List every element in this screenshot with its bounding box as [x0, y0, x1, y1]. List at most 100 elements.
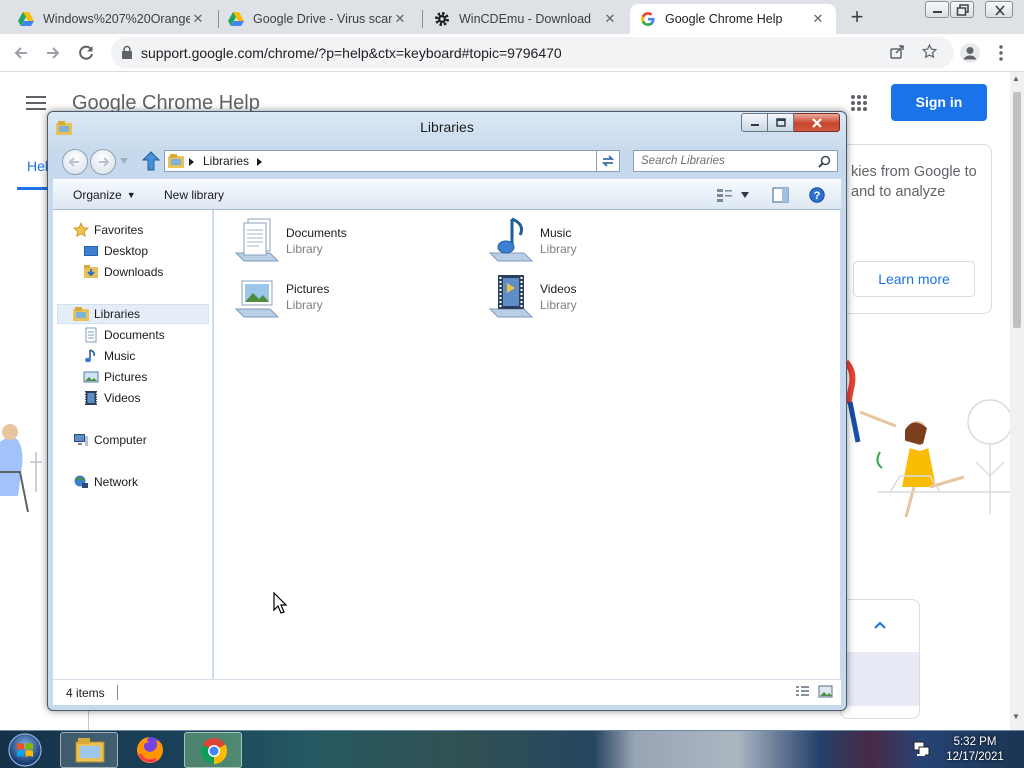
view-options-dropdown-icon[interactable] — [741, 192, 749, 198]
preview-pane-icon[interactable] — [772, 187, 789, 203]
explorer-status-bar: 4 items — [53, 679, 841, 705]
folder-icon — [75, 738, 105, 763]
forward-arrow-icon — [99, 157, 110, 167]
browser-restore-button[interactable] — [950, 1, 974, 18]
tree-item-favorites[interactable]: Favorites — [73, 220, 143, 240]
feedback-card — [840, 599, 920, 719]
documents-library-icon — [85, 327, 97, 343]
library-item-pictures[interactable]: Pictures Library — [232, 273, 462, 323]
search-libraries-input[interactable]: Search Libraries — [633, 150, 838, 172]
tree-item-libraries[interactable]: Libraries — [57, 304, 209, 324]
tab-windows-orange[interactable]: Windows%207%20Orange ✕ — [8, 4, 216, 34]
chevron-down-icon: ▼ — [126, 190, 136, 200]
tree-item-computer[interactable]: Computer — [73, 430, 147, 450]
library-type: Library — [540, 242, 577, 256]
tab-wincdemu[interactable]: WinCDEmu - Download ✕ — [424, 4, 628, 34]
explorer-title-bar[interactable]: Libraries — [48, 112, 846, 142]
clock-time: 5:32 PM — [953, 736, 997, 748]
tree-item-pictures[interactable]: Pictures — [83, 367, 147, 387]
minimize-icon — [750, 123, 759, 126]
library-item-music[interactable]: Music Library — [486, 217, 716, 267]
taskbar-clock[interactable]: 5:32 PM 12/17/2021 — [940, 735, 1010, 765]
lock-icon[interactable] — [121, 45, 133, 59]
back-arrow-icon[interactable] — [10, 42, 32, 64]
page-scrollbar[interactable]: ▲ ▼ — [1010, 72, 1024, 730]
close-tab-icon[interactable]: ✕ — [602, 11, 618, 27]
tree-item-network[interactable]: Network — [73, 472, 138, 492]
breadcrumb-arrow-icon[interactable] — [257, 158, 262, 166]
recent-pages-dropdown-icon[interactable] — [120, 158, 128, 164]
gear-icon — [435, 12, 449, 26]
network-tray-icon[interactable] — [913, 741, 931, 757]
refresh-button[interactable] — [596, 150, 620, 172]
status-separator — [117, 685, 118, 700]
profile-avatar-icon[interactable] — [959, 42, 981, 64]
scroll-up-arrow-icon[interactable]: ▲ — [1012, 74, 1020, 83]
music-library-icon — [85, 349, 95, 363]
tree-item-videos[interactable]: Videos — [83, 388, 140, 408]
scrollbar-thumb[interactable] — [1013, 92, 1021, 328]
firefox-icon[interactable] — [134, 734, 166, 766]
videos-library-icon — [85, 391, 97, 405]
tree-item-music[interactable]: Music — [83, 346, 135, 366]
explorer-maximize-button[interactable] — [768, 113, 794, 132]
new-library-button[interactable]: New library — [164, 188, 224, 202]
share-icon[interactable] — [889, 44, 905, 60]
search-icon[interactable] — [818, 155, 831, 168]
address-bar[interactable]: support.google.com/chrome/?p=help&ctx=ke… — [111, 37, 954, 68]
browser-menu-icon[interactable] — [996, 44, 1006, 62]
computer-icon — [74, 434, 88, 446]
back-arrow-icon — [68, 157, 79, 167]
downloads-folder-icon — [84, 265, 98, 278]
chevron-up-icon[interactable] — [874, 621, 886, 629]
library-type: Library — [286, 298, 323, 312]
bookmark-star-icon[interactable] — [921, 43, 938, 60]
tree-item-label: Desktop — [104, 244, 149, 258]
large-icons-view-icon[interactable] — [818, 685, 833, 698]
learn-more-button[interactable]: Learn more — [853, 261, 975, 297]
explorer-close-button[interactable] — [794, 113, 840, 132]
tree-item-label: Favorites — [94, 223, 144, 237]
library-name: Videos — [540, 282, 577, 296]
close-tab-icon[interactable]: ✕ — [392, 11, 408, 27]
tab-separator — [422, 10, 423, 28]
card-band — [841, 652, 919, 706]
breadcrumb-arrow-icon[interactable] — [189, 158, 194, 166]
help-icon[interactable]: ? — [809, 187, 825, 203]
tree-item-documents[interactable]: Documents — [83, 325, 165, 345]
close-tab-icon[interactable]: ✕ — [810, 11, 826, 27]
browser-close-button[interactable] — [985, 1, 1013, 18]
scroll-down-arrow-icon[interactable]: ▼ — [1012, 712, 1020, 721]
organize-menu[interactable]: Organize ▼ — [73, 188, 136, 202]
url-text[interactable]: support.google.com/chrome/?p=help&ctx=ke… — [141, 45, 562, 61]
taskbar-explorer-button[interactable] — [60, 732, 118, 768]
taskbar-chrome-button[interactable] — [184, 732, 242, 768]
back-button[interactable] — [62, 149, 88, 175]
library-item-videos[interactable]: Videos Library — [486, 273, 716, 323]
details-view-icon[interactable] — [795, 685, 810, 698]
pictures-library-icon — [234, 280, 280, 318]
up-arrow-icon[interactable] — [142, 151, 160, 171]
tab-title: Google Drive - Virus scan w — [253, 12, 392, 26]
change-view-icon[interactable] — [716, 187, 734, 203]
tab-google-drive[interactable]: Google Drive - Virus scan w ✕ — [218, 4, 418, 34]
start-button-icon[interactable] — [6, 732, 44, 768]
apps-grid-icon[interactable] — [851, 95, 867, 111]
explorer-minimize-button[interactable] — [741, 113, 768, 132]
sign-in-button[interactable]: Sign in — [891, 84, 987, 121]
library-item-documents[interactable]: Documents Library — [232, 217, 462, 267]
browser-minimize-button[interactable] — [925, 1, 949, 18]
tab-title: Google Chrome Help — [665, 12, 783, 26]
tab-title: Windows%207%20Orange — [43, 12, 190, 26]
forward-button[interactable] — [90, 149, 116, 175]
hamburger-menu-icon[interactable] — [26, 96, 46, 110]
new-tab-button[interactable]: + — [845, 6, 869, 30]
tree-item-desktop[interactable]: Desktop — [83, 241, 148, 261]
forward-arrow-icon[interactable] — [42, 42, 64, 64]
tab-google-chrome-help[interactable]: Google Chrome Help ✕ — [630, 4, 836, 34]
reload-icon[interactable] — [75, 42, 97, 64]
explorer-address-bar[interactable]: Libraries — [164, 150, 619, 172]
tree-item-downloads[interactable]: Downloads — [83, 262, 163, 282]
close-tab-icon[interactable]: ✕ — [190, 11, 206, 27]
breadcrumb-libraries[interactable]: Libraries — [203, 154, 249, 168]
